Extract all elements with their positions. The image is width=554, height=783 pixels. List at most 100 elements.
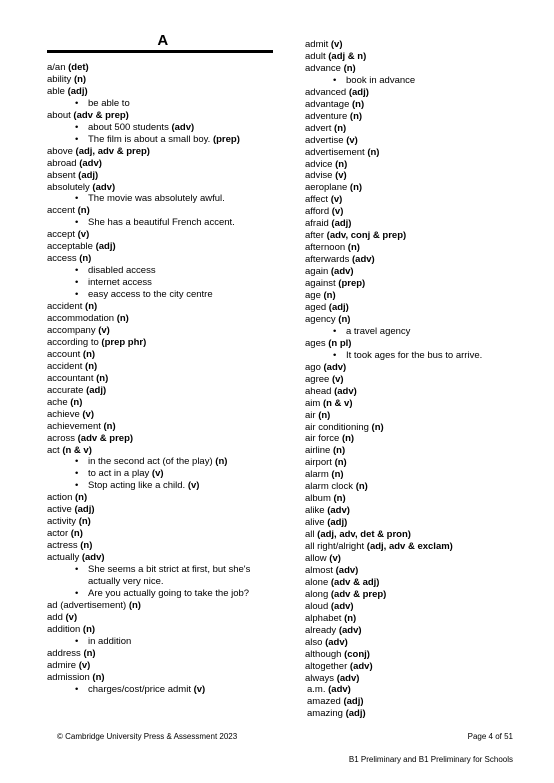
vocab-entry: ability (n): [47, 74, 279, 86]
entry-part-of-speech: (det): [68, 62, 89, 73]
entry-part-of-speech: (v): [77, 229, 90, 241]
entry-part-of-speech: (adv): [328, 684, 351, 696]
entry-part-of-speech: (adv): [92, 181, 116, 193]
vocab-entry: age (n): [305, 290, 537, 302]
entry-part-of-speech: (v): [331, 373, 344, 385]
entry-part-of-speech: (adv): [334, 385, 357, 397]
entry-headword: although: [305, 648, 345, 660]
entry-part-of-speech: (n): [334, 122, 347, 134]
vocab-entry: alphabet (n): [305, 613, 537, 625]
vocab-entry: always (adv): [305, 673, 537, 685]
entry-part-of-speech: (n): [78, 516, 91, 528]
vocab-entry: aged (adj): [305, 302, 537, 314]
example-item: • disabled access: [47, 265, 279, 277]
vocab-entry: ad (advertisement) (n): [47, 600, 279, 612]
example-text: Stop acting like a child. (v): [88, 480, 279, 492]
vocab-entry: advertisement (n): [305, 147, 537, 159]
example-phrase: Are you actually going to take the job?: [88, 587, 250, 599]
vocab-entry: again (adv): [305, 266, 537, 278]
entry-part-of-speech: (n): [85, 301, 98, 313]
vocab-entry: actually (adv): [47, 552, 279, 564]
vocab-entry: admire (v): [47, 660, 279, 672]
vocab-entry: above (adj, adv & prep): [47, 146, 279, 158]
entry-part-of-speech: (prep): [338, 278, 366, 290]
document-page: A a/an (det) ability (n) able (adj) • be abl…: [0, 0, 554, 783]
entry-headword: above: [47, 145, 76, 157]
vocab-entry: afternoon (n): [305, 242, 537, 254]
entry-headword: age: [305, 290, 324, 302]
example-text: disabled access: [88, 265, 279, 277]
bullet-icon: •: [333, 349, 337, 361]
vocab-entry: along (adv & prep): [305, 589, 537, 601]
entry-headword: amazing: [307, 708, 346, 720]
entry-headword: a.m.: [307, 684, 329, 696]
entry-headword: afraid: [305, 218, 332, 230]
entry-headword: accent: [47, 205, 78, 217]
example-part-of-speech: (n): [215, 456, 228, 468]
example-item: • book in advance: [305, 75, 537, 87]
example-part-of-speech: (v): [193, 683, 206, 695]
vocab-entry: air conditioning (n): [305, 422, 537, 434]
vocab-entry: admit (v): [305, 39, 537, 51]
vocab-entry: ache (n): [47, 397, 279, 409]
entry-headword: along: [305, 588, 331, 600]
entry-part-of-speech: (n): [103, 420, 116, 432]
entry-headword: aged: [305, 301, 329, 313]
entry-headword: admire: [47, 659, 79, 671]
example-phrase: internet access: [88, 277, 152, 289]
entry-headword: abroad: [47, 157, 80, 169]
entry-part-of-speech: (n): [80, 540, 93, 552]
entry-headword: against: [305, 278, 339, 290]
entry-headword: about: [47, 109, 74, 121]
entry-part-of-speech: (n pl): [328, 337, 352, 349]
section-letter: A: [157, 32, 169, 49]
vocab-entry: according to (prep phr): [47, 337, 279, 349]
vocab-entry: all right/alright (adj, adv & exclam): [305, 541, 537, 553]
entry-headword: alphabet: [305, 612, 345, 624]
entry-part-of-speech: (n): [82, 623, 96, 635]
vocab-entry: access (n): [47, 253, 279, 265]
left-entry-list: a/an (det) ability (n) able (adj) • be able …: [47, 53, 279, 696]
bullet-icon: •: [333, 325, 337, 337]
vocab-entry: advantage (n): [305, 99, 537, 111]
entry-headword: achieve: [47, 408, 83, 420]
entry-part-of-speech: (adj): [348, 86, 369, 98]
entry-part-of-speech: (n): [116, 313, 129, 325]
entry-headword: alike: [305, 505, 328, 517]
vocab-entry: advice (n): [305, 159, 537, 171]
footer-copyright: © Cambridge University Press & Assessmen…: [57, 732, 238, 741]
entry-part-of-speech: (conj): [344, 648, 370, 660]
vocab-entry: adventure (n): [305, 111, 537, 123]
vocab-entry: amazing (adj): [305, 708, 537, 720]
entry-headword: ad (advertisement): [47, 599, 129, 611]
entry-headword: all right/alright: [305, 541, 367, 553]
entry-headword: ability: [47, 73, 74, 85]
example-text: about 500 students (adv): [88, 122, 279, 134]
example-phrase: She has a beautiful French accent.: [88, 217, 235, 229]
example-text: The film is about a small boy. (prep): [88, 134, 279, 146]
vocab-entry: addition (n): [47, 624, 279, 636]
bullet-icon: •: [75, 635, 79, 647]
entry-part-of-speech: (adv & prep): [330, 588, 387, 600]
vocab-entry: afterwards (adv): [305, 254, 537, 266]
vocab-entry: already (adv): [305, 625, 537, 637]
vocab-entry: after (adv, conj & prep): [305, 230, 537, 242]
entry-headword: airport: [305, 457, 335, 469]
entry-part-of-speech: (n): [335, 158, 348, 170]
example-text: book in advance: [346, 75, 537, 87]
entry-headword: aloud: [305, 600, 331, 612]
vocab-entry: accountant (n): [47, 373, 279, 385]
entry-headword: advise: [305, 170, 336, 182]
example-part-of-speech: (prep): [212, 133, 240, 145]
entry-headword: addition: [47, 623, 83, 635]
example-phrase: to act in a play: [88, 468, 152, 480]
vocab-entry: aloud (adv): [305, 601, 537, 613]
example-item: • easy access to the city centre: [47, 289, 279, 301]
entry-headword: accommodation: [47, 313, 117, 325]
example-phrase: disabled access: [88, 265, 156, 277]
vocab-entry: alarm clock (n): [305, 481, 537, 493]
entry-part-of-speech: (v): [98, 324, 110, 336]
example-phrase: charges/cost/price admit: [88, 683, 194, 695]
entry-headword: admission: [47, 671, 93, 683]
entry-part-of-speech: (n): [355, 481, 368, 493]
